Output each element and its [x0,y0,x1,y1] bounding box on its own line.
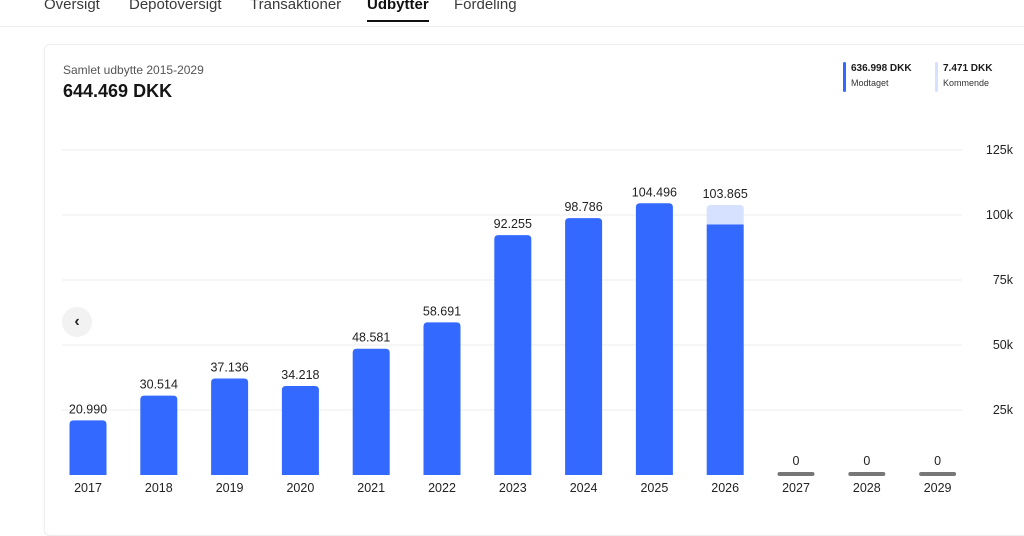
bar-received [423,322,461,475]
bar-value-label: 104.496 [632,185,677,199]
previous-button[interactable]: ‹ [62,307,92,337]
bar-received [352,348,390,475]
bar-received [211,378,249,475]
x-tick-label: 2027 [782,481,810,495]
x-tick-label: 2023 [499,481,527,495]
x-tick-label: 2022 [428,481,456,495]
x-tick-label: 2021 [357,481,385,495]
bar-received [69,420,107,475]
bar-value-label: 30.514 [140,378,178,392]
bar-value-label: 58.691 [423,304,461,318]
y-tick-label: 75k [993,273,1014,287]
y-tick-label: 50k [993,338,1014,352]
x-tick-label: 2017 [74,481,102,495]
bar-value-label: 34.218 [281,368,319,382]
bar-upcoming [706,204,744,225]
x-tick-label: 2025 [640,481,668,495]
chevron-left-icon: ‹ [74,313,80,330]
bar-received [494,235,532,475]
bar-value-label: 0 [934,454,941,468]
bar-received [635,203,673,475]
bar-value-label: 20.990 [69,402,107,416]
y-tick-label: 100k [986,208,1014,222]
bar-value-label: 0 [863,454,870,468]
bar-value-label: 0 [793,454,800,468]
bar-zero [777,472,815,476]
bar-value-label: 37.136 [210,360,248,374]
dividend-bar-chart: 25k 50k 75k 100k 125k 20.990 2017 30.514 2018 37.… [62,143,1014,495]
bar-value-label: 98.786 [564,200,602,214]
x-tick-label: 2019 [216,481,244,495]
bar-received [565,218,603,475]
x-tick-label: 2028 [853,481,881,495]
x-tick-label: 2018 [145,481,173,495]
bar-received [706,224,744,475]
x-tick-label: 2024 [570,481,598,495]
bar-value-label: 92.255 [494,217,532,231]
y-tick-label: 25k [993,403,1014,417]
x-tick-label: 2029 [924,481,952,495]
y-tick-label: 125k [986,143,1014,157]
x-tick-label: 2020 [286,481,314,495]
bar-received [281,386,319,475]
bar-zero [848,472,886,476]
bar-zero [919,472,957,476]
x-tick-label: 2026 [711,481,739,495]
bar-received [140,395,178,475]
bar-value-label: 103.865 [703,187,748,201]
bar-value-label: 48.581 [352,331,390,345]
